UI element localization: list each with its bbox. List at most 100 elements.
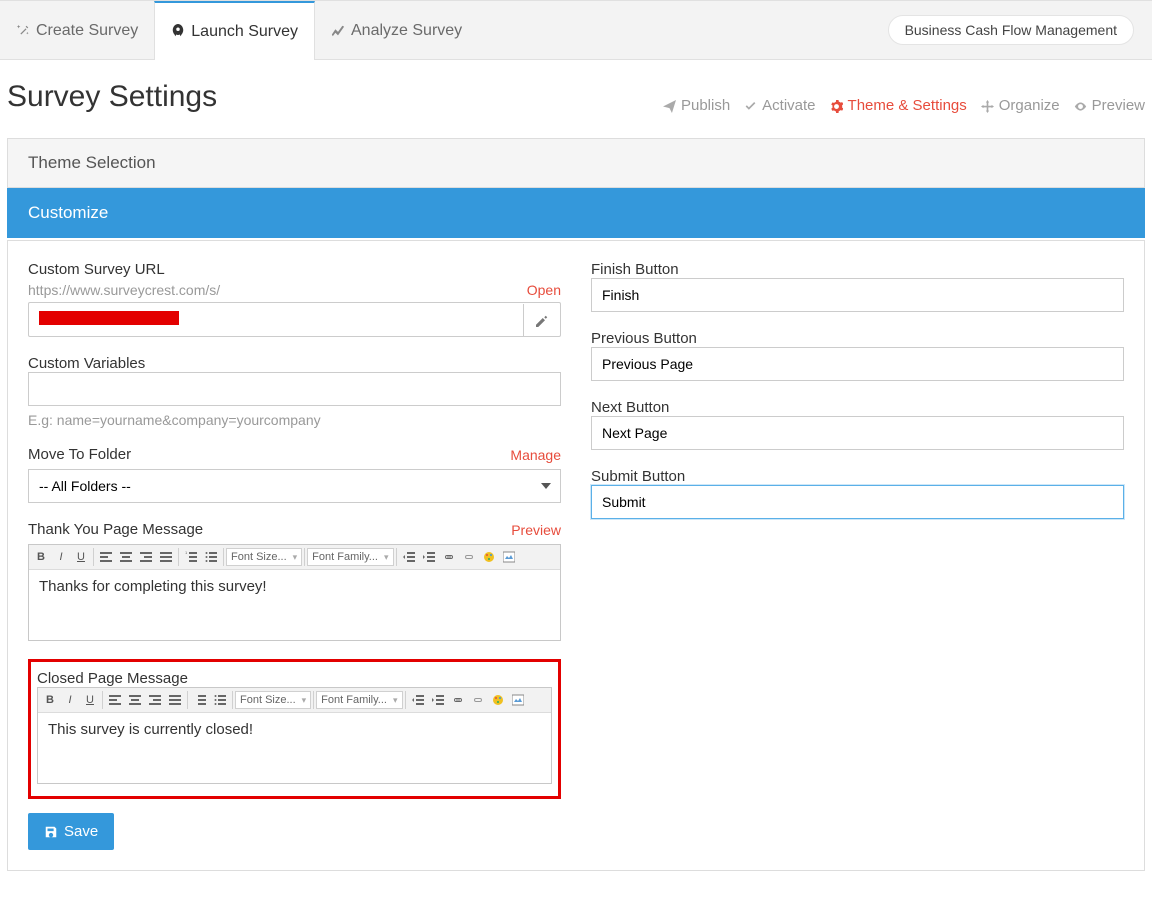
next-input[interactable]: [591, 416, 1124, 450]
custom-url-input-group: [28, 302, 561, 337]
panel-theme-selection[interactable]: Theme Selection: [7, 138, 1145, 188]
ordered-list-button[interactable]: [190, 690, 210, 710]
svg-text:1: 1: [185, 551, 188, 555]
submit-input[interactable]: [591, 485, 1124, 519]
separator: [232, 691, 233, 709]
separator: [304, 548, 305, 566]
align-left-button[interactable]: [96, 547, 116, 567]
font-size-select[interactable]: Font Size...: [226, 548, 302, 566]
separator: [178, 548, 179, 566]
finish-label: Finish Button: [591, 261, 1124, 278]
action-label: Publish: [681, 97, 730, 114]
color-button[interactable]: [488, 690, 508, 710]
rocket-icon: [171, 23, 185, 41]
indent-button[interactable]: [419, 547, 439, 567]
color-button[interactable]: [479, 547, 499, 567]
open-url-link[interactable]: Open: [527, 282, 561, 298]
align-left-button[interactable]: [105, 690, 125, 710]
link-button[interactable]: [439, 547, 459, 567]
pencil-icon: [536, 312, 548, 328]
move-folder-select[interactable]: -- All Folders --: [28, 469, 561, 503]
previous-label: Previous Button: [591, 330, 1124, 347]
custom-vars-input[interactable]: [28, 372, 561, 406]
edit-url-button[interactable]: [523, 304, 560, 336]
font-size-select[interactable]: Font Size...: [235, 691, 311, 709]
redacted-url: [39, 311, 179, 325]
separator: [93, 548, 94, 566]
tab-label: Launch Survey: [191, 23, 298, 41]
align-right-button[interactable]: [145, 690, 165, 710]
survey-name-pill[interactable]: Business Cash Flow Management: [888, 15, 1134, 45]
custom-url-label: Custom Survey URL: [28, 261, 561, 278]
align-center-button[interactable]: [125, 690, 145, 710]
underline-button[interactable]: U: [80, 690, 100, 710]
align-justify-button[interactable]: [156, 547, 176, 567]
closed-page-textarea[interactable]: This survey is currently closed!: [38, 713, 551, 783]
previous-input[interactable]: [591, 347, 1124, 381]
thank-you-editor: B I U 1 Font Size...: [28, 544, 561, 641]
align-right-button[interactable]: [136, 547, 156, 567]
bold-button[interactable]: B: [31, 547, 51, 567]
top-tab-bar: Create Survey Launch Survey Analyze Surv…: [0, 0, 1152, 60]
outdent-button[interactable]: [408, 690, 428, 710]
panel-customize[interactable]: Customize: [7, 188, 1145, 238]
align-center-button[interactable]: [116, 547, 136, 567]
bold-button[interactable]: B: [40, 690, 60, 710]
finish-input[interactable]: [591, 278, 1124, 312]
paper-plane-icon: [663, 97, 676, 114]
unordered-list-button[interactable]: [210, 690, 230, 710]
topnav: Create Survey Launch Survey Analyze Surv…: [0, 1, 478, 59]
unordered-list-button[interactable]: [201, 547, 221, 567]
eye-icon: [1074, 97, 1087, 114]
unlink-button[interactable]: [468, 690, 488, 710]
save-icon: [44, 823, 58, 840]
separator: [313, 691, 314, 709]
action-preview[interactable]: Preview: [1074, 97, 1145, 114]
next-label: Next Button: [591, 399, 1124, 416]
preview-thankyou-link[interactable]: Preview: [511, 522, 561, 538]
save-button[interactable]: Save: [28, 813, 114, 850]
custom-vars-hint: E.g: name=yourname&company=yourcompany: [28, 412, 561, 428]
tab-launch-survey[interactable]: Launch Survey: [154, 1, 315, 60]
image-button[interactable]: [499, 547, 519, 567]
thank-you-textarea[interactable]: Thanks for completing this survey!: [29, 570, 560, 640]
custom-url-value[interactable]: [29, 303, 523, 336]
separator: [405, 691, 406, 709]
left-column: Custom Survey URL https://www.surveycres…: [28, 261, 561, 850]
page-title: Survey Settings: [7, 80, 217, 114]
italic-button[interactable]: I: [51, 547, 71, 567]
action-label: Theme & Settings: [848, 97, 967, 114]
font-family-select[interactable]: Font Family...: [316, 691, 402, 709]
align-justify-button[interactable]: [165, 690, 185, 710]
italic-button[interactable]: I: [60, 690, 80, 710]
underline-button[interactable]: U: [71, 547, 91, 567]
manage-folders-link[interactable]: Manage: [510, 447, 561, 463]
unlink-button[interactable]: [459, 547, 479, 567]
action-label: Preview: [1092, 97, 1145, 114]
action-activate[interactable]: Activate: [744, 97, 815, 114]
customize-panel: Custom Survey URL https://www.surveycres…: [7, 240, 1145, 871]
tab-label: Analyze Survey: [351, 22, 462, 40]
action-label: Activate: [762, 97, 815, 114]
outdent-button[interactable]: [399, 547, 419, 567]
link-button[interactable]: [448, 690, 468, 710]
page-actions: Publish Activate Theme & Settings Organi…: [663, 97, 1145, 114]
ordered-list-button[interactable]: 1: [181, 547, 201, 567]
action-theme-settings[interactable]: Theme & Settings: [830, 97, 967, 114]
action-label: Organize: [999, 97, 1060, 114]
custom-vars-label: Custom Variables: [28, 355, 561, 372]
indent-button[interactable]: [428, 690, 448, 710]
check-icon: [744, 97, 757, 114]
tab-create-survey[interactable]: Create Survey: [0, 1, 154, 59]
tab-analyze-survey[interactable]: Analyze Survey: [315, 1, 478, 59]
image-button[interactable]: [508, 690, 528, 710]
separator: [223, 548, 224, 566]
action-organize[interactable]: Organize: [981, 97, 1060, 114]
editor-toolbar: B I U 1 Font Size...: [29, 545, 560, 570]
action-publish[interactable]: Publish: [663, 97, 730, 114]
right-column: Finish Button Previous Button Next Butto…: [591, 261, 1124, 850]
gear-icon: [830, 97, 843, 114]
font-family-select[interactable]: Font Family...: [307, 548, 393, 566]
separator: [396, 548, 397, 566]
wand-icon: [16, 22, 30, 40]
